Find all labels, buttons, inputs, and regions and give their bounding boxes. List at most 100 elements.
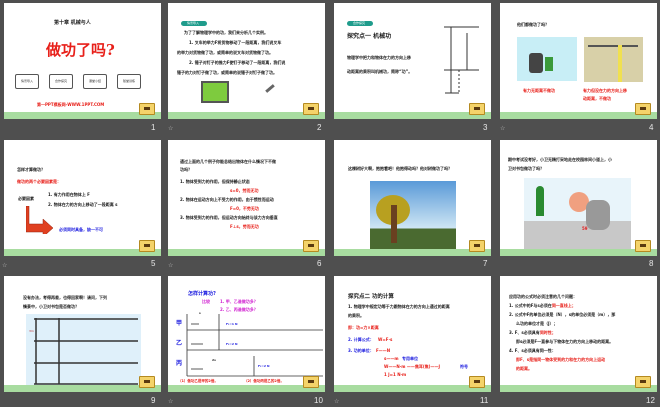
slide-thumbnail-4[interactable]: 他们都做功了吗？ 有力无距离不做功 有力但没在力的方向上移 动距离，不做功 (500, 3, 657, 119)
label: 2. 计算公式： (348, 337, 374, 342)
slide-thumbnail-1[interactable]: 第十章 机械与人 做功了吗? 情景导入 合作探究 课堂小结 随堂训练 第一PPT… (4, 3, 161, 119)
slide-title: 做功了吗? (46, 41, 115, 59)
question: 1. 甲、乙谁做功多？ (220, 299, 258, 304)
footer-link: 第一PPT模板网-WWW.1PPT.COM (37, 102, 105, 107)
factor: 1. 有力作用在物体上 F (48, 192, 90, 197)
caption: 动距离，不做功 (583, 96, 611, 101)
conclusion: （2）做功丙是乙的2倍。 (244, 379, 284, 383)
arrow-icon (26, 206, 54, 234)
monitor-icon (303, 240, 319, 252)
formula: W=F·s (378, 337, 393, 342)
slide-number: 2 (317, 123, 322, 132)
question: 他们都做功了吗？ (517, 22, 549, 27)
force-label: F₁=1 N (226, 322, 238, 326)
monitor-icon (635, 376, 651, 388)
text-line: 2. 公式中F的单位必须是（N），s的单位必须是（m），那 (509, 312, 616, 317)
unit-line: s——m (384, 356, 399, 361)
text-line: 物理学中把力和物体在力的方向上移 (347, 55, 411, 60)
unit-label: 专用单位 (402, 356, 418, 361)
case-note: s=0，劳而无功 (230, 188, 259, 193)
factor: 2. 物体在力的方向上移动了一段距离 s (48, 202, 118, 207)
chapter-title: 第十章 机械与人 (54, 20, 91, 26)
text-line: 即s必须是F一直参与下物体在力的方向上移动的距离。 (516, 339, 614, 344)
monitor-icon (303, 103, 319, 115)
slide-number: 11 (480, 396, 489, 405)
slide-title: 怎样计算功? (188, 291, 216, 297)
slide-thumbnail-5[interactable]: 怎样才算做功？ 做功的两个必要因素是： 必要因素 1. 有力作用在物体上 F 2… (4, 140, 161, 256)
text-line: 卫对书包做功了吗？ (508, 166, 544, 171)
step-box: 合作探究 (49, 74, 73, 89)
forklift-image (201, 81, 229, 103)
slide-thumbnail-10[interactable]: 怎样计算功? 比较 1. 甲、乙谁做功多？ 2. 乙、丙谁做功多？ 甲 乙 丙 … (168, 276, 325, 392)
subheading: 做功的两个必要因素是： (17, 179, 61, 184)
test-score: 59 (582, 226, 588, 231)
text-line: 1. 公式中的F与s必须在同一直线上； (509, 303, 576, 308)
slide-thumbnail-8[interactable]: 期中考试没考好，小卫无精打采地走在校园林间小道上，小 卫对书包做功了吗？ 59 (500, 140, 657, 256)
slide-thumbnail-7[interactable]: 这棵树好大啊，抱抱看吧！他抱得动吗？他对树做功了吗？ (334, 140, 491, 256)
text-line: 3. F、s必须具有同时性； (509, 330, 556, 335)
work-diagram (444, 26, 479, 94)
case-item: 2. 物体在运动方向上不受力的作用，由于惯性而运动 (180, 197, 274, 202)
slide-thumbnail-12[interactable]: 应用功的公式时必须注意的几个问题： 1. 公式中的F与s必须在同一直线上； 2.… (500, 276, 657, 392)
slide-thumbnail-6[interactable]: 通过上面的几个例子你能总结出物体在什么情况下不做 功吗？ 1. 物体受到力的作用… (168, 140, 325, 256)
text-line: 1. 叉车的举力F将货物移动了一段距离，我们说叉车 (189, 40, 282, 45)
slide-thumbnail-11[interactable]: 探究点二 功的计算 1. 物理学中规定功等于力跟物体在力的方向上通过的距离 的乘… (334, 276, 491, 392)
monitor-icon (139, 103, 155, 115)
text-line: 情景中，小卫对书包是否做功？ (23, 304, 79, 309)
text-line: 的举力对货物做了功，或简单的说叉车对货物做了功。 (177, 50, 273, 55)
step-box: 课堂小结 (83, 74, 107, 89)
note: 必须同时具备，缺一不可 (59, 227, 103, 232)
transition-icon[interactable]: ☆ (334, 398, 339, 405)
section-heading: 探究点一 机械功 (347, 33, 392, 40)
monitor-icon (139, 376, 155, 388)
slide-thumbnail-3[interactable]: 合作探究 探究点一 机械功 物理学中把力和物体在力的方向上移 动距离的乘积叫机械… (334, 3, 491, 119)
conclusion: （1）做功乙是甲的2倍。 (178, 379, 218, 383)
force-label: F₂=2 N (226, 342, 238, 346)
formula-text: 即：功=力×距离 (348, 325, 379, 330)
slide-number: 3 (483, 123, 488, 132)
slide-number: 8 (649, 259, 654, 268)
section-heading: 探究点二 功的计算 (348, 294, 394, 300)
transition-icon[interactable]: ☆ (168, 125, 173, 132)
transition-icon[interactable]: ☆ (168, 398, 173, 405)
case-note: F⊥s，劳而无功 (230, 224, 259, 229)
caption: 有力无距离不做功 (523, 88, 555, 93)
question: 怎样才算做功？ (17, 167, 45, 172)
caption: 有力但没在力的方向上移 (583, 88, 627, 93)
building-diagram: 3m (26, 314, 141, 386)
label: 必要因素 (18, 196, 34, 201)
text-line: 为了了解物理学中的功，我们来分析几个实例。 (184, 30, 268, 35)
text-line: 通过上面的几个例子你能总结出物体在什么情况下不做 (180, 159, 276, 164)
text-line: 的乘积。 (348, 313, 364, 318)
unit-line: W——N·m ——焦耳(焦)——J (384, 364, 440, 369)
label: 3. 功的单位： (348, 348, 374, 353)
text-line: 么功的单位才是（J）； (516, 321, 558, 326)
case-item: 1. 物体受到力的作用，但保持静止状态 (180, 179, 250, 184)
distance-label: 2s (212, 358, 216, 362)
text-line: 动距离的乘积叫机械功，简称“功”。 (347, 69, 413, 74)
transition-icon[interactable]: ☆ (2, 262, 7, 269)
floor-height: 3m (29, 329, 34, 333)
transition-icon[interactable]: ☆ (500, 125, 505, 132)
crane-image (584, 37, 643, 82)
case-note: F=0，不劳无功 (230, 206, 259, 211)
section-tag: 合作探究 (347, 21, 373, 26)
slide-thumbnail-2[interactable]: 情景导入 为了了解物理学中的功，我们来分析几个实例。 1. 叉车的举力F将货物移… (168, 3, 325, 119)
text-line: 应用功的公式时必须注意的几个问题： (509, 294, 577, 299)
pushing-rock-image (517, 37, 577, 81)
unit-label: 符号 (460, 364, 468, 369)
monitor-icon (303, 376, 319, 388)
ground-decoration (4, 112, 161, 119)
monitor-icon (469, 376, 485, 388)
slide-number: 1 (151, 123, 156, 132)
question: 这棵树好大啊，抱抱看吧！他抱得动吗？他对树做功了吗？ (348, 166, 452, 171)
row-label: 乙 (176, 340, 183, 347)
monitor-icon (635, 240, 651, 252)
text-line: 2. 锤子对钉子的推力F使钉子移动了一段距离，我们说 (189, 60, 286, 65)
sad-student-image: 59 (524, 178, 631, 250)
slide-number: 10 (314, 396, 323, 405)
row-label: 丙 (176, 360, 183, 367)
slide-thumbnail-9[interactable]: 没有办法，考得再差，也得回家啊！请问，下列 情景中，小卫对书包是否做功？ 3m (4, 276, 161, 392)
transition-icon[interactable]: ☆ (168, 262, 173, 269)
slide-number: 9 (151, 396, 156, 405)
